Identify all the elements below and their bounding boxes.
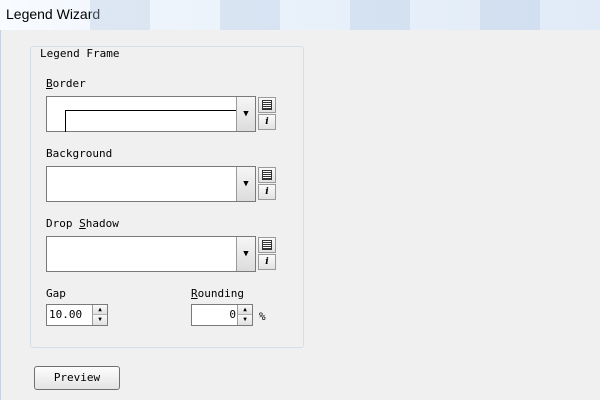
background-info-button[interactable]: i (258, 184, 276, 200)
background-dropdown-arrow-icon[interactable]: ▼ (236, 167, 255, 201)
preview-button[interactable]: Preview (34, 366, 120, 390)
rounding-up-arrow-icon[interactable]: ▲ (237, 305, 252, 315)
title-bar-background (90, 0, 600, 30)
gap-down-arrow-icon[interactable]: ▼ (92, 315, 107, 325)
border-label-rest: order (52, 77, 86, 90)
border-dropdown-arrow-icon[interactable]: ▼ (236, 97, 255, 131)
rounding-label: Rounding (191, 287, 244, 300)
list-icon (262, 240, 272, 250)
drop-shadow-label: Drop Shadow (46, 217, 119, 230)
drop-shadow-list-button[interactable] (258, 237, 276, 253)
rounding-unit: % (259, 310, 266, 323)
drop-shadow-dropdown[interactable]: ▼ (46, 236, 256, 272)
drop-shadow-label-accel: S (79, 217, 86, 230)
background-dropdown[interactable]: ▼ (46, 166, 256, 202)
border-style-dropdown[interactable]: ▼ (46, 96, 256, 132)
gap-value[interactable]: 10.00 (49, 308, 91, 321)
border-list-button[interactable] (258, 97, 276, 113)
gap-label: Gap (46, 287, 66, 300)
list-icon (262, 170, 272, 180)
drop-shadow-dropdown-arrow-icon[interactable]: ▼ (236, 237, 255, 271)
title-bar: Legend Wizard (0, 0, 600, 31)
border-info-button[interactable]: i (258, 114, 276, 130)
gap-up-arrow-icon[interactable]: ▲ (92, 305, 107, 315)
rounding-spinner[interactable]: 0 ▲ ▼ (191, 304, 253, 326)
drop-shadow-label-rest: hadow (85, 217, 119, 230)
legend-frame-label: Legend Frame (38, 47, 122, 60)
rounding-value[interactable]: 0 (194, 308, 236, 321)
background-label: Background (46, 147, 113, 160)
list-icon (262, 100, 272, 110)
border-label-accel: B (46, 77, 53, 90)
drop-shadow-info-button[interactable]: i (258, 254, 276, 270)
window-title: Legend Wizard (6, 6, 101, 22)
rounding-down-arrow-icon[interactable]: ▼ (237, 315, 252, 325)
border-line-preview (65, 110, 236, 132)
drop-shadow-label-pre: Drop (46, 217, 80, 230)
border-label: Border (46, 77, 86, 90)
rounding-label-accel: R (191, 287, 198, 300)
gap-spinner[interactable]: 10.00 ▲ ▼ (46, 304, 108, 326)
rounding-label-rest: ounding (197, 287, 244, 300)
background-list-button[interactable] (258, 167, 276, 183)
